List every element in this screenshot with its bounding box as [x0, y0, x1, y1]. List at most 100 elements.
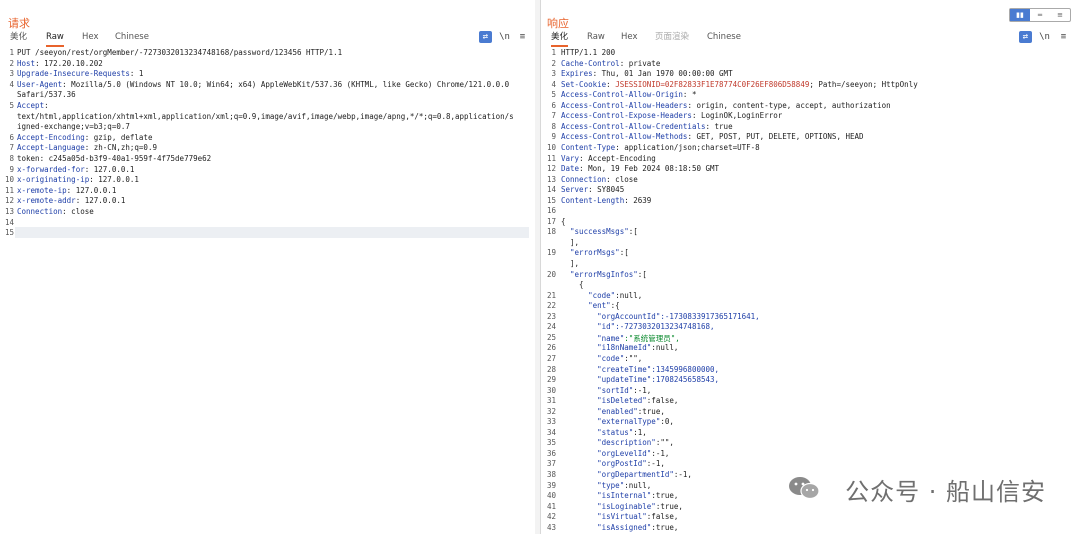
code-line: Connection: close — [17, 207, 94, 216]
code-line: ], — [561, 238, 579, 247]
header-name: Access-Control-Allow-Origin — [561, 90, 683, 100]
json-value: :"", — [655, 438, 674, 448]
response-tab-pretty[interactable]: 美化 — [551, 30, 569, 47]
header-value: c245a05d-b3f9-40a1-959f-4f75de779e62 — [44, 154, 212, 163]
code-line: ], — [561, 259, 579, 268]
code-line: PUT /seeyon/rest/orgMember/-727303201323… — [17, 48, 342, 57]
code-line: { — [561, 217, 566, 226]
line-number: 43 — [546, 522, 556, 532]
response-menu-icon[interactable]: ≡ — [1057, 31, 1070, 43]
code-line: "orgAccountId":-1730833917365171641, — [561, 312, 760, 321]
code-text: PUT /seeyon/rest/orgMember/-727303201323… — [17, 48, 343, 57]
json-value: :-7273032013234748168, — [615, 322, 715, 332]
code-line: "id":-7273032013234748168, — [561, 322, 715, 332]
show-newlines-icon[interactable]: \n — [498, 31, 511, 43]
line-number: 10 — [4, 175, 14, 185]
line-number: 28 — [546, 364, 556, 374]
line-number: 4 — [551, 79, 556, 89]
line-number: 21 — [546, 290, 556, 300]
header-name: Vary — [561, 153, 580, 163]
json-value: :true, — [637, 406, 665, 416]
request-tab-hex[interactable]: Hex — [82, 30, 99, 45]
code-line: Accept-Encoding: gzip, deflate — [17, 133, 152, 142]
request-tab-chinese[interactable]: Chinese — [115, 30, 149, 45]
response-tab-render[interactable]: 页面渲染 — [655, 30, 689, 45]
layout-tabs-button[interactable]: ≡ — [1050, 9, 1070, 21]
json-value: :"", — [624, 353, 643, 363]
cookie-value: JSESSIONID=02F82833F1E78774C0F26EF806D58… — [615, 79, 810, 89]
json-key: "updateTime" — [561, 375, 652, 385]
code-text: Safari/537.36 — [17, 90, 76, 100]
json-value: :null, — [615, 290, 643, 300]
response-tab-raw[interactable]: Raw — [587, 30, 605, 45]
request-editor[interactable]: 1 PUT /seeyon/rest/orgMember/-72730320132… — [0, 48, 535, 534]
request-tab-pretty[interactable]: 美化 — [10, 30, 27, 45]
json-value: :[ — [628, 227, 638, 237]
json-value: :true, — [655, 501, 683, 511]
response-editor[interactable]: 1 HTTP/1.1 200 2 Cache-Control: private 3 Exp… — [541, 48, 1080, 534]
code-line: text/html,application/xhtml+xml,applicat… — [17, 112, 514, 121]
line-number: 23 — [546, 311, 556, 321]
header-value: origin, content-type, accept, authorizat… — [691, 100, 891, 110]
wechat-icon — [789, 477, 820, 500]
code-text: ], — [561, 259, 580, 268]
header-value: Mon, 19 Feb 2024 08:18:50 GMT — [583, 164, 720, 174]
line-number: 1 — [551, 48, 556, 57]
code-line: "code":null, — [561, 291, 642, 300]
code-line: Access-Control-Allow-Headers: origin, co… — [561, 101, 891, 110]
json-key: "sortId" — [561, 385, 634, 395]
header-name: User-Agent — [17, 79, 63, 89]
code-line: User-Agent: Mozilla/5.0 (Windows NT 10.0… — [17, 80, 509, 89]
code-line: x-originating-ip: 127.0.0.1 — [17, 175, 139, 184]
json-value: :1, — [633, 427, 647, 437]
line-number: 19 — [546, 248, 556, 258]
response-title: 响应 — [547, 17, 569, 30]
wrap-toggle-icon[interactable]: ⇄ — [479, 31, 492, 43]
header-name: Access-Control-Expose-Headers — [561, 111, 692, 121]
layout-stacked-button[interactable]: ═ — [1030, 9, 1050, 21]
code-text: { — [561, 216, 566, 226]
code-line: "isVirtual":false, — [561, 512, 678, 521]
code-line: Accept-Language: zh-CN,zh;q=0.9 — [17, 143, 157, 152]
header-name: Connection — [561, 174, 607, 184]
code-line: Cache-Control: private — [561, 59, 660, 68]
code-line: Host: 172.20.10.202 — [17, 59, 103, 68]
header-name: Accept-Encoding — [17, 132, 85, 142]
layout-side-by-side-button[interactable]: ▮▮ — [1010, 9, 1030, 21]
request-tab-raw[interactable]: Raw — [46, 30, 64, 47]
request-menu-icon[interactable]: ≡ — [516, 31, 529, 43]
response-tabs: 美化 Raw Hex 页面渲染 Chinese — [541, 30, 1080, 47]
code-line: "isLoginable":true, — [561, 502, 683, 511]
json-value: :0, — [660, 417, 674, 427]
header-value: application/json;charset=UTF-8 — [619, 142, 760, 152]
code-text: text/html,application/xhtml+xml,applicat… — [17, 111, 514, 121]
code-line: Access-Control-Allow-Methods: GET, POST,… — [561, 132, 864, 141]
line-number: 12 — [4, 196, 14, 206]
code-line: Server: SY8045 — [561, 185, 624, 194]
json-value: :1345996800000, — [651, 364, 720, 374]
code-line: "isInternal":true, — [561, 491, 678, 500]
request-pane: 请求 美化 Raw Hex Chinese ⇄ \n ≡ 1 PUT /seeyo… — [0, 0, 536, 534]
json-value: :"系统管理员", — [624, 333, 680, 343]
json-key: "orgLevelId" — [561, 448, 652, 458]
code-line: "errorMsgs":[ — [561, 248, 629, 257]
line-number: 40 — [546, 491, 556, 501]
json-value: :null, — [651, 343, 679, 353]
code-line: "isAssigned":true, — [561, 523, 678, 532]
code-line: "orgDepartmentId":-1, — [561, 470, 692, 479]
json-key: "orgPostId" — [561, 459, 647, 469]
response-tab-hex[interactable]: Hex — [621, 30, 638, 45]
json-key: "errorMsgInfos" — [561, 269, 638, 279]
line-number: 11 — [4, 185, 14, 195]
code-line: x-remote-addr: 127.0.0.1 — [17, 196, 125, 205]
line-number: 27 — [546, 353, 556, 363]
show-newlines-icon[interactable]: \n — [1038, 31, 1051, 43]
response-tab-chinese[interactable]: Chinese — [707, 30, 741, 45]
line-number: 20 — [546, 269, 556, 279]
json-value: :false, — [646, 512, 679, 522]
json-key: "status" — [561, 427, 634, 437]
line-number: 30 — [546, 385, 556, 395]
line-number: 15 — [4, 228, 14, 238]
header-name: Accept-Language — [17, 143, 85, 153]
wrap-toggle-icon[interactable]: ⇄ — [1019, 31, 1032, 43]
